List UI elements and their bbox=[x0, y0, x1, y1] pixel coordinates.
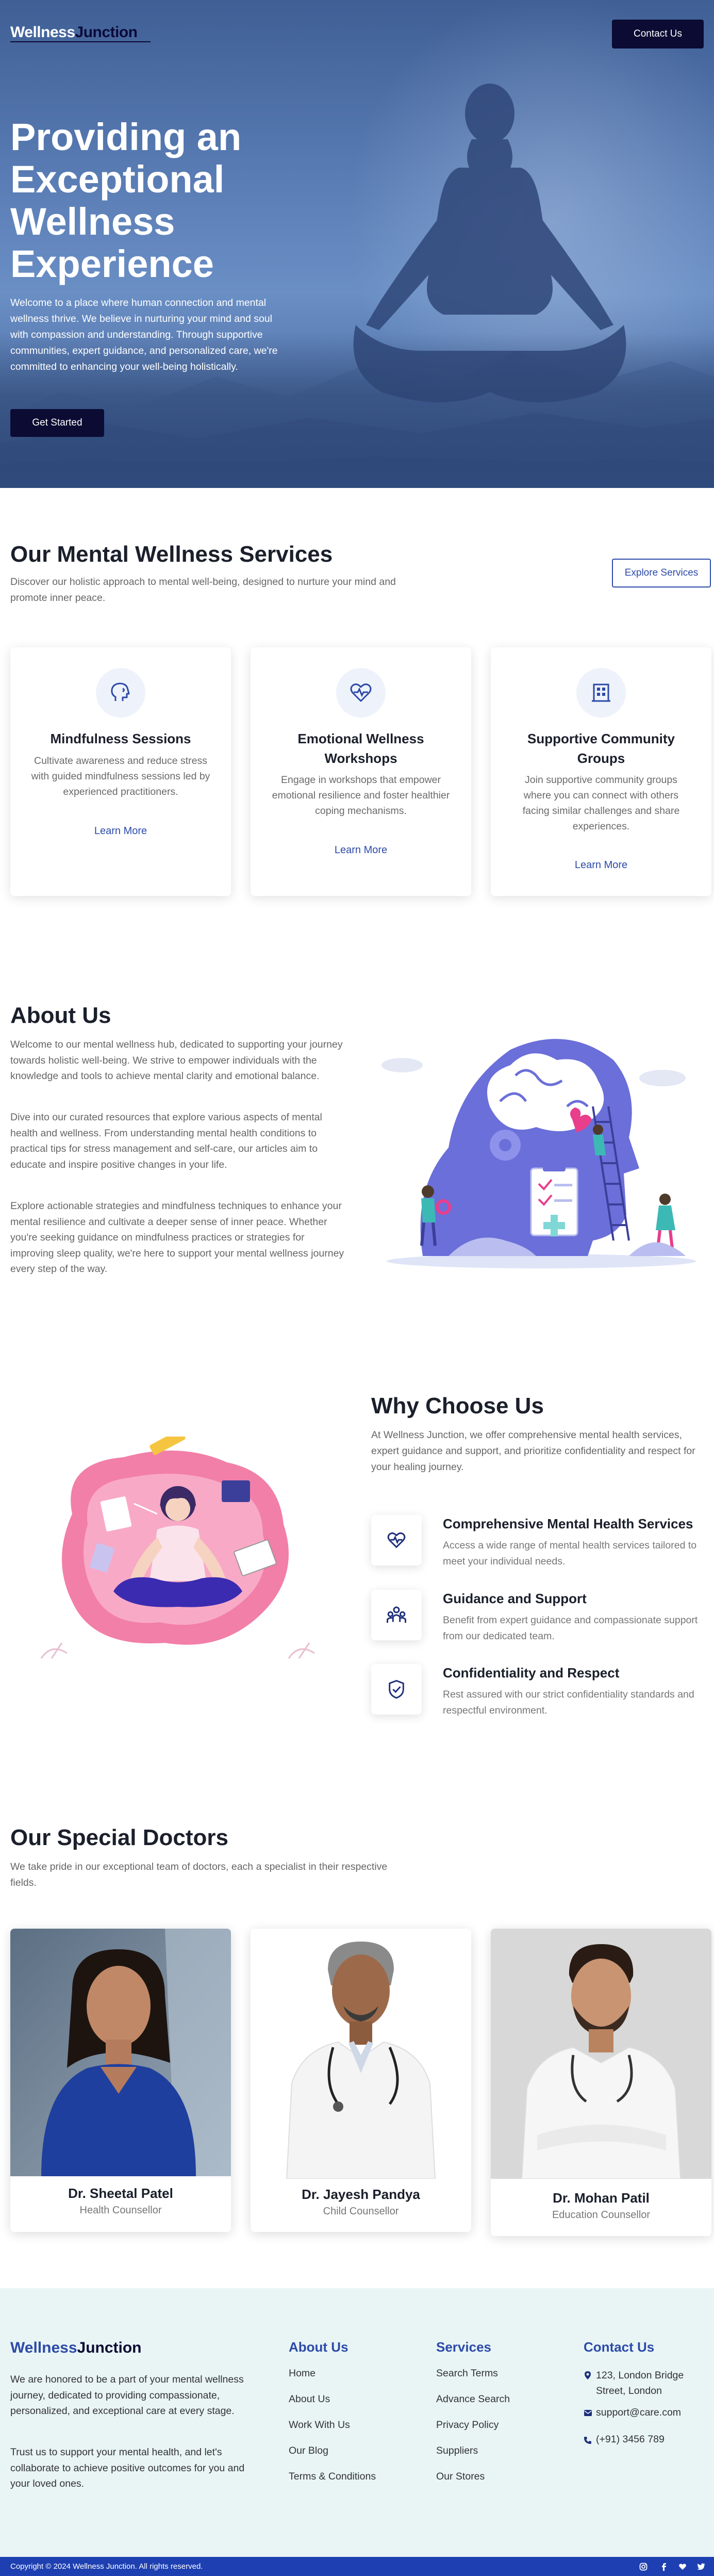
doctor-role: Health Counsellor bbox=[79, 2205, 162, 2216]
brand-part-1: Wellness bbox=[10, 24, 75, 41]
explore-services-button[interactable]: Explore Services bbox=[612, 559, 711, 588]
why-subtitle: At Wellness Junction, we offer comprehen… bbox=[371, 1429, 695, 1473]
doctor-name: Dr. Mohan Patil bbox=[553, 2190, 650, 2206]
copyright-bar: Copyright © 2024 Wellness Junction. All … bbox=[0, 2557, 714, 2576]
footer-link-advance-search[interactable]: Advance Search bbox=[436, 2393, 510, 2405]
footer-link-search-terms[interactable]: Search Terms bbox=[436, 2368, 498, 2379]
card-text: Engage in workshops that empower emotion… bbox=[272, 774, 450, 817]
feature-text: Access a wide range of mental health ser… bbox=[443, 1540, 697, 1567]
doctors-subtitle: We take pride in our exceptional team of… bbox=[10, 1861, 388, 1888]
footer-link-terms[interactable]: Terms & Conditions bbox=[289, 2471, 376, 2483]
email-icon bbox=[584, 2410, 592, 2416]
footer-link-about[interactable]: About Us bbox=[289, 2393, 330, 2405]
twitter-icon[interactable] bbox=[697, 2563, 705, 2570]
meditation-illustration bbox=[40, 1437, 315, 1659]
doctor-role: Education Counsellor bbox=[552, 2209, 651, 2221]
doctor-photo bbox=[491, 1929, 711, 2179]
doctor-name: Dr. Sheetal Patel bbox=[68, 2186, 173, 2201]
community-building-icon bbox=[576, 668, 626, 718]
footer-about-title: About Us bbox=[289, 2339, 348, 2355]
footer-logo[interactable]: WellnessJunction bbox=[10, 2339, 142, 2357]
feature-title: Comprehensive Mental Health Services bbox=[443, 1516, 693, 1531]
heart-pulse-icon bbox=[336, 668, 386, 718]
card-title: Supportive Community Groups bbox=[527, 731, 675, 766]
footer-paragraph-1: We are honored to be a part of your ment… bbox=[10, 2374, 244, 2417]
heart-icon[interactable] bbox=[678, 2563, 687, 2571]
footer-email[interactable]: support@care.com bbox=[596, 2407, 681, 2419]
doctor-card[interactable]: Dr. Sheetal Patel Health Counsellor bbox=[10, 1929, 231, 2232]
hero-text: Welcome to a place where human connectio… bbox=[10, 297, 278, 372]
doctor-photo bbox=[251, 1929, 471, 2179]
about-paragraph-1: Welcome to our mental wellness hub, dedi… bbox=[10, 1039, 343, 1082]
instagram-icon[interactable] bbox=[639, 2563, 647, 2571]
footer-services-title: Services bbox=[436, 2339, 491, 2355]
service-card-mindfulness: Mindfulness Sessions Cultivate awareness… bbox=[10, 647, 231, 896]
doctor-card[interactable]: Dr. Jayesh Pandya Child Counsellor bbox=[251, 1929, 471, 2232]
learn-more-link[interactable]: Learn More bbox=[10, 825, 231, 837]
doctor-photo bbox=[10, 1929, 231, 2176]
footer-link-work[interactable]: Work With Us bbox=[289, 2419, 350, 2431]
footer bbox=[0, 2288, 714, 2557]
learn-more-link[interactable]: Learn More bbox=[251, 844, 471, 856]
feature-text: Rest assured with our strict confidentia… bbox=[443, 1689, 694, 1716]
card-title: Mindfulness Sessions bbox=[50, 731, 191, 746]
doctor-role: Child Counsellor bbox=[323, 2206, 399, 2217]
facebook-icon[interactable] bbox=[660, 2563, 668, 2571]
get-started-button[interactable]: Get Started bbox=[10, 409, 104, 437]
copyright-text: Copyright © 2024 Wellness Junction. All … bbox=[10, 2562, 203, 2571]
card-title: Emotional Wellness Workshops bbox=[297, 731, 424, 766]
feature-icon-guidance bbox=[371, 1590, 422, 1640]
brand-part-2: Junction bbox=[77, 2339, 142, 2356]
feature-icon-confidentiality bbox=[371, 1664, 422, 1715]
doctors-title: Our Special Doctors bbox=[10, 1825, 229, 1850]
hero-title: Providing an Exceptional Wellness Experi… bbox=[10, 116, 242, 285]
why-title: Why Choose Us bbox=[371, 1393, 544, 1419]
phone-icon bbox=[584, 2437, 591, 2444]
footer-link-stores[interactable]: Our Stores bbox=[436, 2471, 485, 2483]
speech-head-icon bbox=[96, 668, 145, 718]
about-paragraph-3: Explore actionable strategies and mindfu… bbox=[10, 1200, 344, 1275]
services-subtitle: Discover our holistic approach to mental… bbox=[10, 576, 396, 604]
footer-address: 123, London Bridge Street, London bbox=[596, 2370, 684, 2396]
footer-paragraph-2: Trust us to support your mental health, … bbox=[10, 2447, 245, 2489]
people-group-icon bbox=[387, 1606, 406, 1623]
service-card-community: Supportive Community Groups Join support… bbox=[491, 647, 711, 896]
about-paragraph-2: Dive into our curated resources that exp… bbox=[10, 1112, 322, 1170]
about-title: About Us bbox=[10, 1003, 111, 1028]
brand-part-1: Wellness bbox=[10, 2339, 77, 2356]
feature-text: Benefit from expert guidance and compass… bbox=[443, 1615, 698, 1642]
learn-more-link[interactable]: Learn More bbox=[491, 859, 711, 871]
footer-link-privacy[interactable]: Privacy Policy bbox=[436, 2419, 499, 2431]
logo-underline bbox=[10, 41, 151, 42]
feature-title: Confidentiality and Respect bbox=[443, 1665, 620, 1681]
footer-link-home[interactable]: Home bbox=[289, 2368, 316, 2379]
footer-link-suppliers[interactable]: Suppliers bbox=[436, 2445, 478, 2457]
mind-illustration bbox=[381, 1039, 696, 1268]
contact-button[interactable]: Contact Us bbox=[612, 20, 704, 48]
shield-check-icon bbox=[389, 1680, 404, 1699]
location-pin-icon bbox=[585, 2371, 591, 2379]
brand-logo[interactable]: WellnessJunction bbox=[10, 24, 138, 41]
doctor-card[interactable]: Dr. Mohan Patil Education Counsellor bbox=[491, 1929, 711, 2236]
footer-phone[interactable]: (+91) 3456 789 bbox=[596, 2434, 665, 2445]
doctor-name: Dr. Jayesh Pandya bbox=[302, 2187, 420, 2202]
feature-title: Guidance and Support bbox=[443, 1591, 587, 1606]
card-text: Join supportive community groups where y… bbox=[522, 774, 680, 832]
service-card-emotional: Emotional Wellness Workshops Engage in w… bbox=[251, 647, 471, 896]
heart-pulse-icon bbox=[387, 1532, 406, 1548]
footer-link-blog[interactable]: Our Blog bbox=[289, 2445, 328, 2457]
feature-icon-services bbox=[371, 1515, 422, 1566]
card-text: Cultivate awareness and reduce stress wi… bbox=[31, 755, 210, 797]
footer-contact-title: Contact Us bbox=[584, 2339, 655, 2355]
services-title: Our Mental Wellness Services bbox=[10, 542, 333, 567]
brand-part-2: Junction bbox=[75, 24, 138, 41]
